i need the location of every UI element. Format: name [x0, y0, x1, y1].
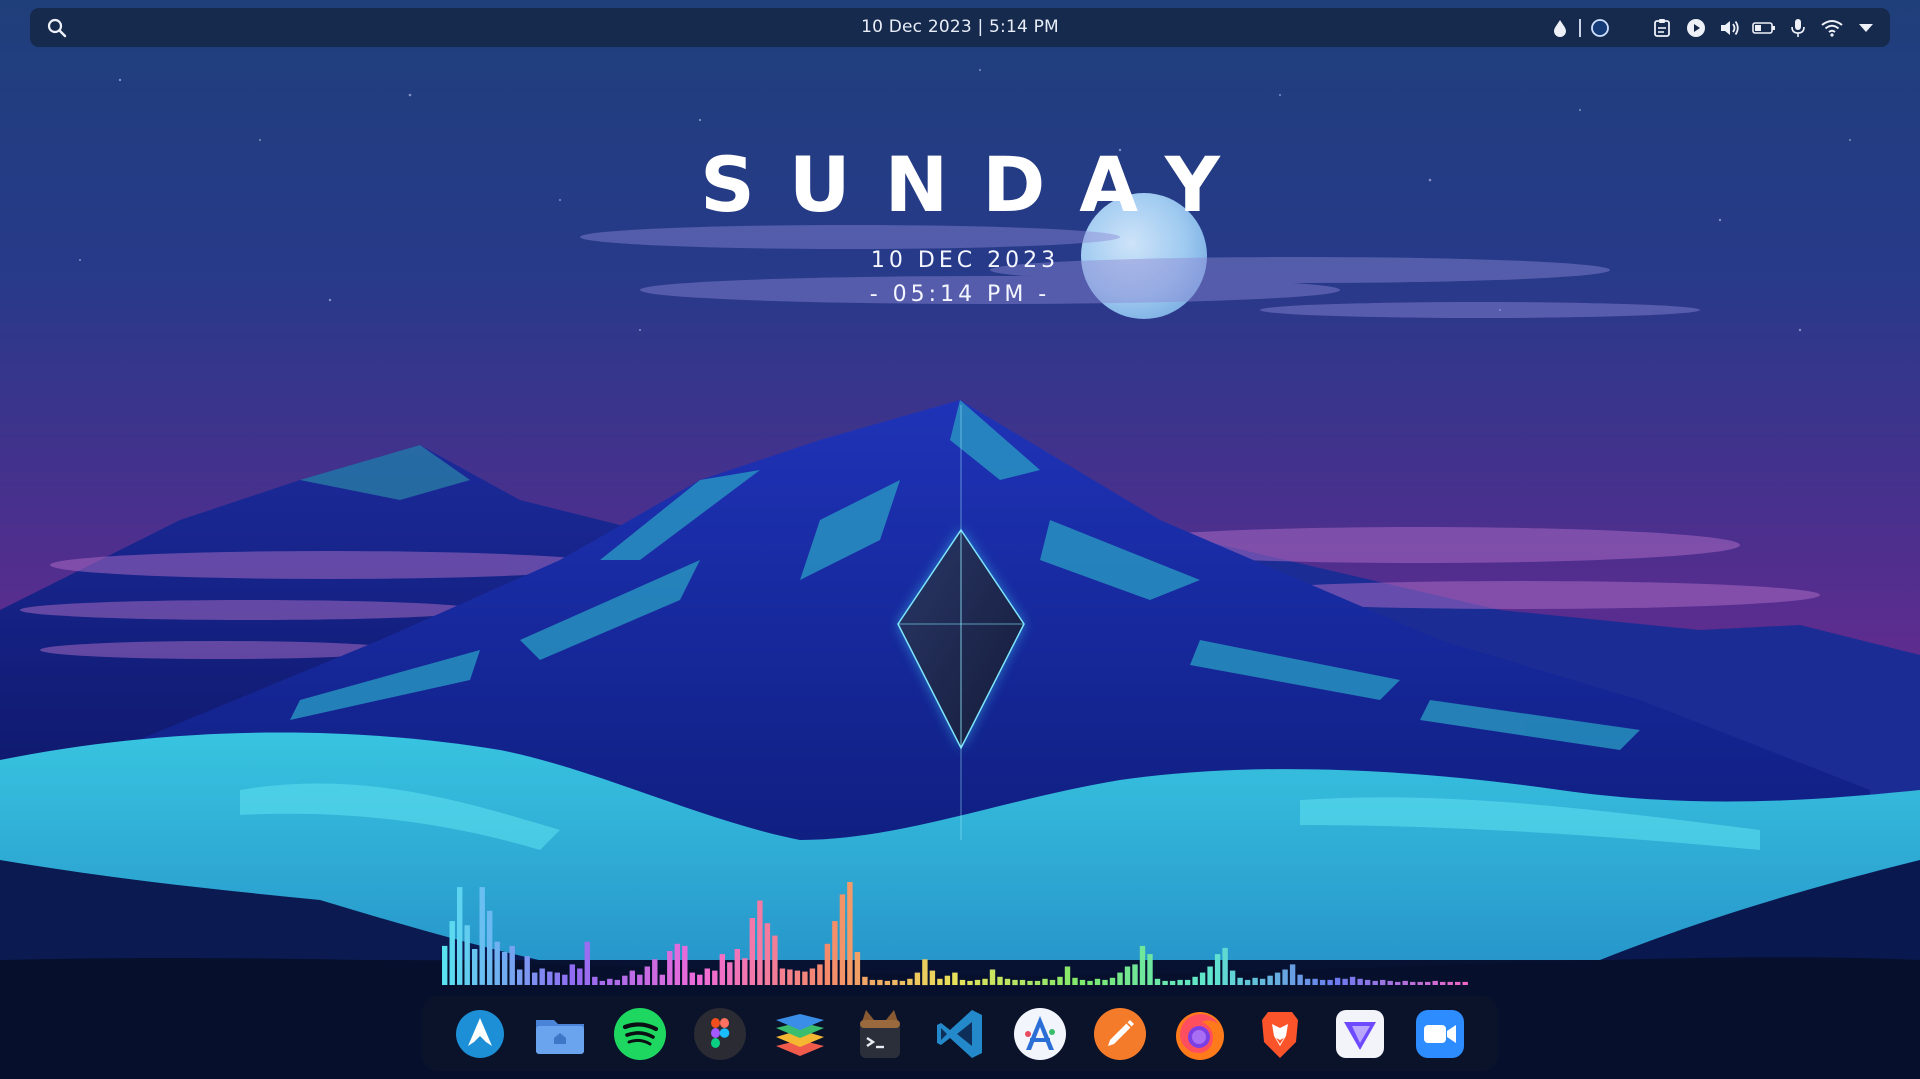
microphone-indicator[interactable]: [1786, 16, 1810, 40]
system-tray: [1548, 8, 1878, 47]
folder-home-icon: [536, 1019, 584, 1054]
dock-item-app-store[interactable]: [1011, 1005, 1069, 1063]
dock-item-proton-vpn[interactable]: [1331, 1005, 1389, 1063]
dock-item-files[interactable]: [531, 1005, 589, 1063]
search-button[interactable]: [44, 15, 70, 41]
dock-item-terminal[interactable]: [851, 1005, 909, 1063]
search-icon: [47, 18, 67, 37]
volume-indicator[interactable]: [1718, 16, 1742, 40]
battery-icon: [1752, 21, 1775, 34]
terminal-cat-icon: [860, 1009, 900, 1058]
wifi-icon: [1821, 19, 1843, 37]
media-play-icon: [1687, 18, 1705, 37]
status-indicator[interactable]: [1588, 16, 1612, 40]
dock-item-firefox[interactable]: [1171, 1005, 1229, 1063]
water-drop-icon: [1554, 19, 1566, 37]
dock-item-figma[interactable]: [691, 1005, 749, 1063]
volume-icon: [1721, 20, 1739, 35]
tray-separator: [1579, 18, 1581, 37]
panel-clock[interactable]: 10 Dec 2023 | 5:14 PM: [861, 8, 1059, 47]
dock-item-brave[interactable]: [1251, 1005, 1309, 1063]
color-picker-indicator[interactable]: [1548, 16, 1572, 40]
top-panel: 10 Dec 2023 | 5:14 PM: [30, 8, 1890, 47]
dropdown-arrow-icon: [1859, 23, 1873, 32]
widget-date: 10 DEC 2023: [870, 248, 1060, 273]
clipboard-indicator[interactable]: [1650, 16, 1674, 40]
circle-indicator-icon: [1591, 18, 1609, 37]
video-camera-icon: [1416, 1009, 1464, 1058]
wifi-indicator[interactable]: [1820, 16, 1844, 40]
media-indicator[interactable]: [1684, 16, 1708, 40]
app-store-icon: [1014, 1007, 1066, 1060]
dock-item-pen[interactable]: [1091, 1005, 1149, 1063]
dock-item-zoom[interactable]: [1411, 1005, 1469, 1063]
clipboard-icon: [1654, 18, 1670, 37]
figma-icon: [694, 1007, 746, 1060]
brave-lion-icon: [1262, 1011, 1298, 1058]
stacked-layers-icon: [776, 1013, 824, 1056]
dock-item-layers[interactable]: [771, 1005, 829, 1063]
firefox-icon: [1176, 1011, 1224, 1060]
pen-icon: [1094, 1007, 1146, 1060]
arch-logo-icon: [456, 1009, 504, 1058]
microphone-icon: [1791, 18, 1805, 37]
widget-time: - 05:14 PM -: [869, 282, 1051, 307]
vscode-icon: [937, 1009, 982, 1058]
spotify-icon: [614, 1007, 666, 1060]
dock-item-vscode[interactable]: [931, 1005, 989, 1063]
system-menu-button[interactable]: [1854, 16, 1878, 40]
vpn-triangle-icon: [1336, 1009, 1384, 1058]
dock-item-arch[interactable]: [451, 1005, 509, 1063]
app-dock: [422, 996, 1498, 1071]
dock-item-spotify[interactable]: [611, 1005, 669, 1063]
battery-indicator[interactable]: [1752, 16, 1776, 40]
day-name: SUNDAY: [700, 140, 1254, 229]
desktop-clock-widget: SUNDAY 10 DEC 2023 - 05:14 PM -: [0, 140, 1920, 312]
